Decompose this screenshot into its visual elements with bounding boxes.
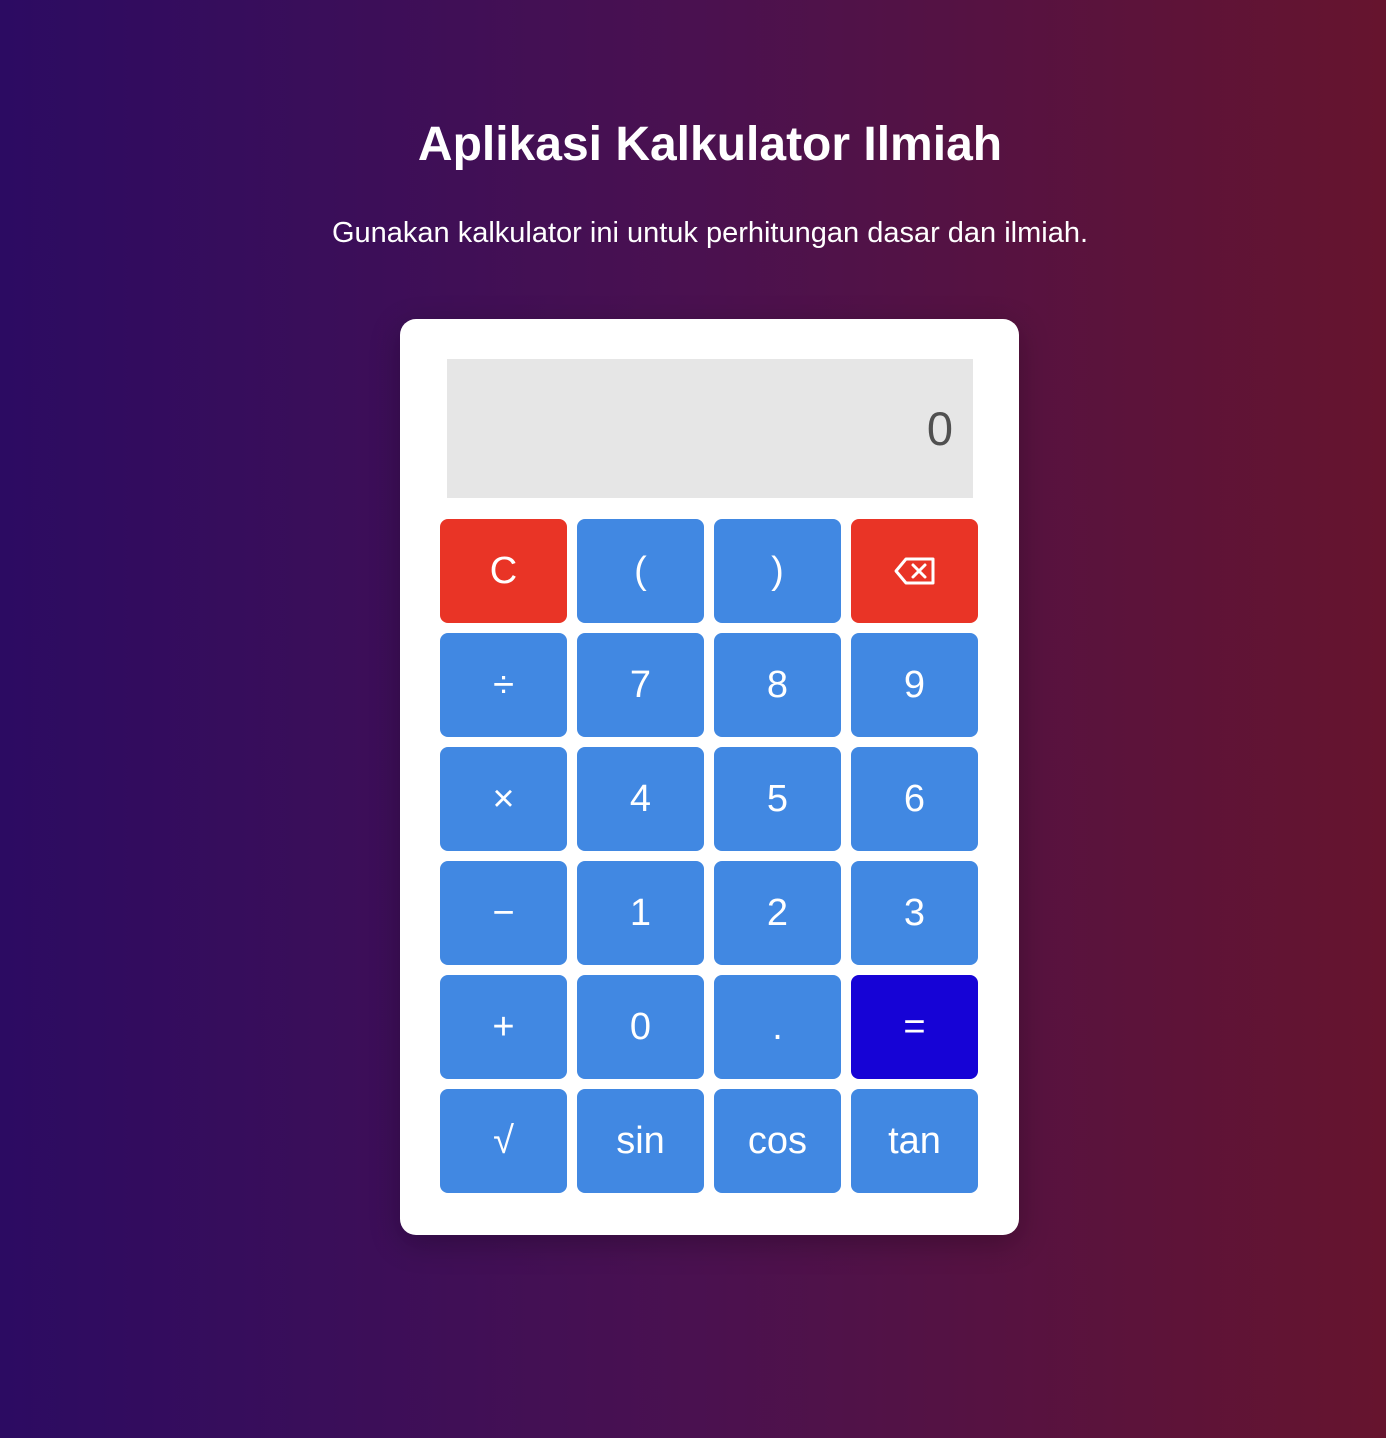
close-paren-button[interactable]: ) [714,519,841,623]
divide-button[interactable]: ÷ [440,633,567,737]
backspace-button[interactable] [851,519,978,623]
clear-button[interactable]: C [440,519,567,623]
sin-button[interactable]: sin [577,1089,704,1193]
digit-5-button[interactable]: 5 [714,747,841,851]
digit-6-button[interactable]: 6 [851,747,978,851]
open-paren-button[interactable]: ( [577,519,704,623]
cos-button[interactable]: cos [714,1089,841,1193]
page-subtitle: Gunakan kalkulator ini untuk perhitungan… [331,217,1089,249]
tan-button[interactable]: tan [851,1089,978,1193]
calculator-display: 0 [447,359,973,498]
page-title: Aplikasi Kalkulator Ilmiah [417,118,1003,171]
digit-7-button[interactable]: 7 [577,633,704,737]
decimal-button[interactable]: . [714,975,841,1079]
display-value: 0 [926,402,953,455]
multiply-button[interactable]: × [440,747,567,851]
subtract-button[interactable]: − [440,861,567,965]
keypad: C ( ) ÷ 7 8 9 × 4 5 6 − 1 2 3 + 0 . = √ … [440,519,979,1193]
digit-4-button[interactable]: 4 [577,747,704,851]
digit-9-button[interactable]: 9 [851,633,978,737]
add-button[interactable]: + [440,975,567,1079]
backspace-icon [894,557,936,585]
digit-3-button[interactable]: 3 [851,861,978,965]
digit-2-button[interactable]: 2 [714,861,841,965]
sqrt-button[interactable]: √ [440,1089,567,1193]
calculator-card: 0 C ( ) ÷ 7 8 9 × 4 5 6 − 1 2 3 + 0 . = … [400,319,1019,1235]
digit-8-button[interactable]: 8 [714,633,841,737]
digit-1-button[interactable]: 1 [577,861,704,965]
equals-button[interactable]: = [851,975,978,1079]
digit-0-button[interactable]: 0 [577,975,704,1079]
